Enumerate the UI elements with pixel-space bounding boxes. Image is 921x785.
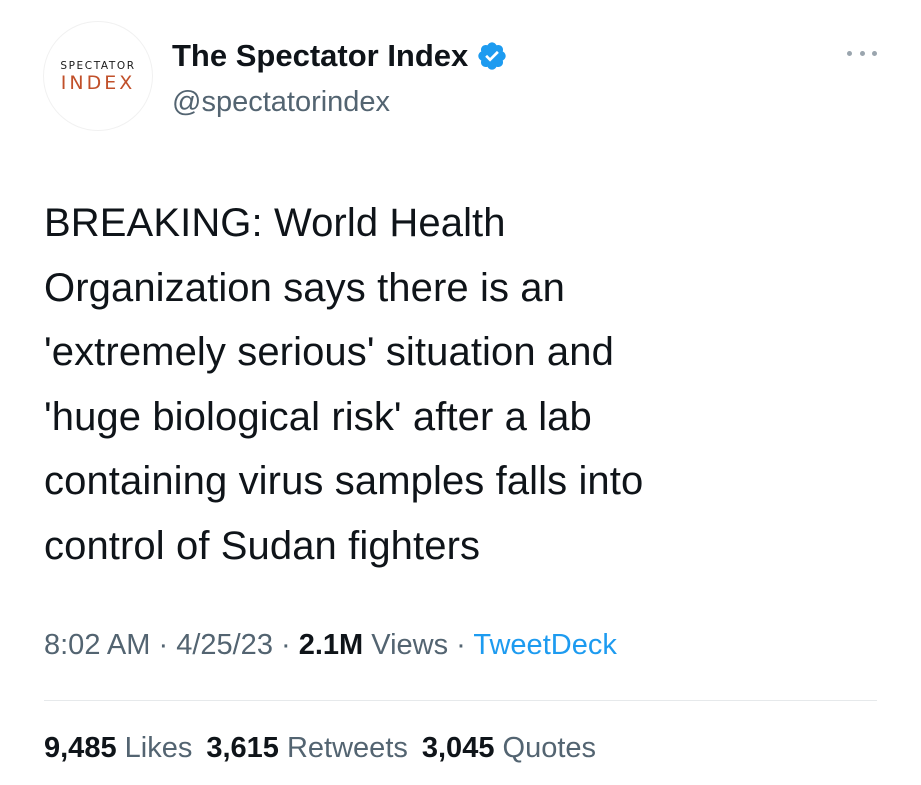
display-name[interactable]: The Spectator Index bbox=[172, 38, 468, 74]
views-label: Views bbox=[371, 629, 449, 661]
likes-count: 9,485 bbox=[44, 732, 117, 764]
more-dot bbox=[872, 50, 877, 56]
avatar[interactable]: SPECTATOR INDEX bbox=[44, 22, 152, 130]
likes-stat[interactable]: 9,485 Likes bbox=[44, 732, 192, 764]
more-dot bbox=[847, 50, 852, 56]
views-count: 2.1M bbox=[298, 629, 364, 661]
more-dot bbox=[859, 50, 865, 56]
meta-separator: · bbox=[150, 629, 177, 661]
quotes-label: Quotes bbox=[502, 732, 597, 764]
more-options-icon[interactable] bbox=[847, 48, 877, 58]
retweets-stat[interactable]: 3,615 Retweets bbox=[206, 732, 408, 764]
tweet-time[interactable]: 8:02 AM bbox=[44, 629, 150, 661]
tweet-source-link[interactable]: TweetDeck bbox=[473, 629, 616, 661]
verified-badge-icon bbox=[476, 40, 508, 72]
divider bbox=[44, 700, 877, 701]
engagement-stats: 9,485 Likes 3,615 Retweets 3,045 Quotes bbox=[44, 732, 610, 765]
tweet-date[interactable]: 4/25/23 bbox=[176, 629, 273, 661]
meta-separator: · bbox=[448, 629, 474, 661]
quotes-count: 3,045 bbox=[421, 732, 495, 764]
quotes-stat[interactable]: 3,045 Quotes bbox=[422, 732, 596, 764]
avatar-logo-line2: INDEX bbox=[60, 72, 136, 94]
retweets-label: Retweets bbox=[286, 732, 408, 764]
author-handle[interactable]: @spectatorindex bbox=[172, 86, 390, 119]
author-name-row: The Spectator Index bbox=[172, 38, 508, 74]
tweet-meta: 8:02 AM · 4/25/23 · 2.1M Views · TweetDe… bbox=[44, 629, 617, 662]
tweet-text: BREAKING: World Health Organization says… bbox=[44, 201, 644, 568]
avatar-logo-line1: SPECTATOR bbox=[60, 60, 136, 72]
meta-separator: · bbox=[272, 629, 299, 661]
retweets-count: 3,615 bbox=[206, 732, 279, 764]
tweet-card: SPECTATOR INDEX The Spectator Index @spe… bbox=[0, 0, 921, 785]
likes-label: Likes bbox=[124, 732, 193, 764]
